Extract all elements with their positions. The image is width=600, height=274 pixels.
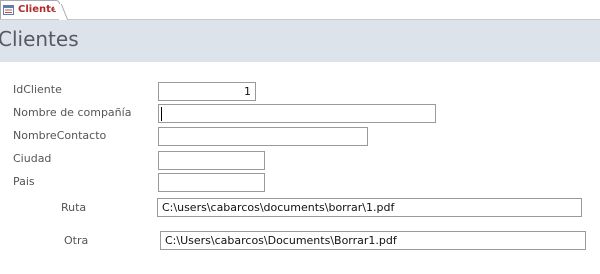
nombre-contacto-field[interactable] (158, 127, 368, 146)
nombre-compania-label: Nombre de compañía (13, 106, 132, 119)
document-tab-strip: Clientes (0, 0, 600, 20)
text-caret (161, 107, 162, 121)
tab-label: Clientes (18, 4, 64, 15)
otra-label: Otra (64, 234, 89, 247)
idcliente-label: IdCliente (13, 83, 62, 96)
pais-field[interactable] (158, 173, 265, 192)
nombre-contacto-label: NombreContacto (13, 129, 107, 142)
nombre-compania-field[interactable] (158, 104, 436, 123)
pais-label: Pais (13, 175, 35, 188)
ciudad-field[interactable] (158, 151, 265, 170)
form-title: Clientes (0, 27, 79, 51)
ruta-label: Ruta (61, 201, 87, 214)
ruta-field[interactable]: C:\users\cabarcos\documents\borrar\1.pdf (157, 198, 582, 217)
ciudad-label: Ciudad (13, 152, 52, 165)
tab-clientes[interactable]: Clientes (0, 0, 64, 19)
form-icon (3, 5, 14, 15)
form-header (0, 20, 600, 62)
idcliente-field[interactable]: 1 (158, 82, 256, 101)
otra-field[interactable]: C:\Users\cabarcos\Documents\Borrar1.pdf (160, 231, 586, 250)
